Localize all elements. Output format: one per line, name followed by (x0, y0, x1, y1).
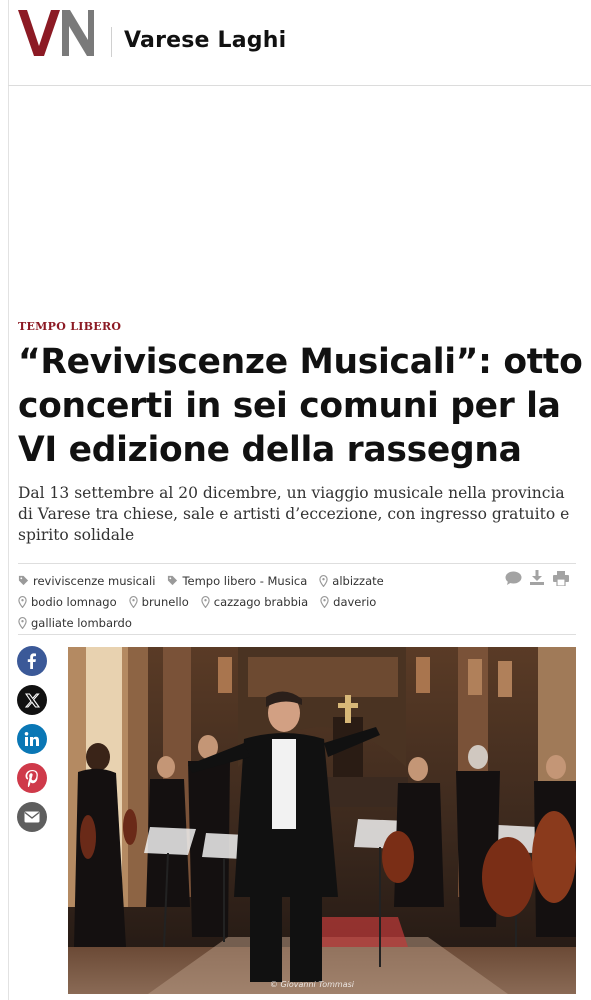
facebook-icon (27, 653, 36, 669)
site-name[interactable]: Varese Laghi (124, 28, 286, 53)
location-pin-icon (128, 595, 138, 608)
share-x-button[interactable] (17, 685, 47, 715)
tag-link[interactable]: reviviscenze musicali (18, 574, 155, 588)
article-category[interactable]: TEMPO LIBERO (18, 320, 121, 333)
tag-link[interactable]: bodio lomnago (18, 595, 117, 609)
tag-label: Tempo libero - Musica (182, 573, 308, 588)
location-pin-icon (18, 595, 27, 608)
linkedin-icon (24, 732, 39, 746)
tag-label: reviviscenze musicali (33, 573, 156, 588)
tag-label: albizzate (332, 573, 384, 588)
article-tools (504, 569, 570, 587)
tag-label: brunello (141, 594, 189, 609)
comment-icon (505, 571, 521, 585)
location-pin-icon (320, 595, 329, 608)
tag-link[interactable]: brunello (128, 594, 189, 609)
ad-space (9, 87, 591, 312)
print-button[interactable] (552, 569, 570, 587)
pinterest-icon (25, 769, 38, 787)
article-subtitle: Dal 13 settembre al 20 dicembre, un viag… (18, 484, 570, 544)
comment-button[interactable] (504, 569, 522, 587)
tag-row: galliate lombardo (18, 612, 498, 633)
location-pin-icon (18, 616, 27, 629)
article-photo[interactable]: © Giovanni Tommasi (68, 647, 576, 994)
email-icon (24, 811, 40, 823)
share-linkedin-button[interactable] (17, 724, 47, 754)
tag-label: galliate lombardo (31, 615, 132, 630)
share-email-button[interactable] (17, 802, 47, 832)
location-pin-icon (319, 574, 328, 587)
tag-row: reviviscenze musicali Tempo libero - Mus… (18, 570, 498, 591)
print-icon (553, 570, 569, 586)
tag-label: cazzago brabbia (213, 594, 309, 609)
article-headline: “Reviviscenze Musicali”: otto concerti i… (18, 342, 583, 470)
article-tags: reviviscenze musicali Tempo libero - Mus… (18, 570, 498, 633)
site-logo[interactable] (18, 8, 94, 58)
tag-label: bodio lomnago (31, 594, 117, 609)
tag-link[interactable]: albizzate (319, 573, 384, 588)
share-buttons (17, 646, 48, 841)
tag-label: daverio (333, 594, 377, 609)
photo-credit: © Giovanni Tommasi (269, 980, 354, 989)
download-button[interactable] (528, 569, 546, 587)
tags-divider-bottom (18, 634, 576, 635)
tag-link[interactable]: daverio (320, 595, 376, 609)
tag-icon (18, 575, 29, 586)
tags-divider-top (18, 563, 576, 564)
location-pin-icon (201, 595, 210, 608)
share-facebook-button[interactable] (17, 646, 47, 676)
tag-link[interactable]: cazzago brabbia (201, 595, 308, 609)
tag-icon (168, 575, 178, 586)
share-pinterest-button[interactable] (17, 763, 47, 793)
x-icon (24, 692, 40, 708)
logo-divider (111, 27, 112, 57)
vn-logo-icon (18, 10, 94, 56)
download-icon (530, 570, 544, 585)
tag-link[interactable]: galliate lombardo (18, 616, 132, 630)
tag-link[interactable]: Tempo libero - Musica (167, 574, 307, 588)
tag-row: bodio lomnago brunello cazzago brabbia d… (18, 591, 498, 612)
site-header: Varese Laghi (8, 0, 591, 86)
orchestra-photo (68, 647, 576, 994)
